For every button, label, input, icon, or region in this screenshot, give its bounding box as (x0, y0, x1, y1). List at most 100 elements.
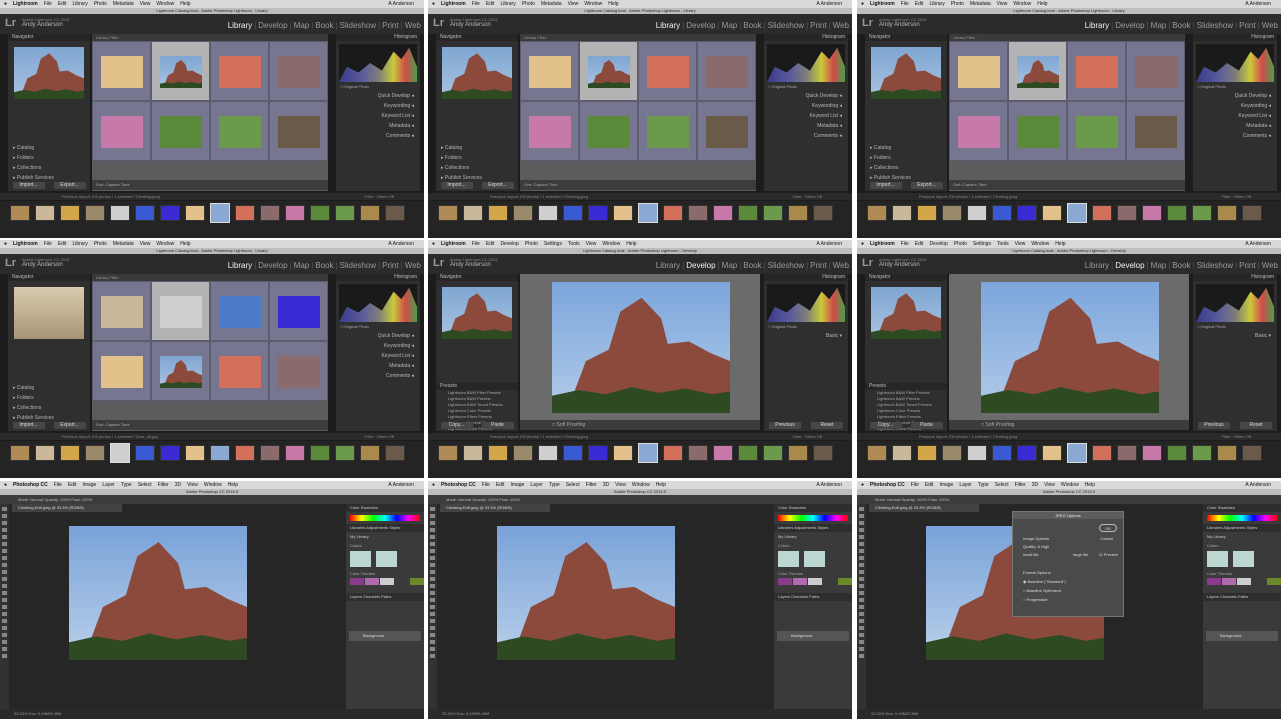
section-collections[interactable]: ▸ Collections (436, 163, 518, 173)
filmstrip-thumbnail[interactable] (335, 445, 355, 461)
color-swatch[interactable] (350, 551, 371, 567)
menu-item-photo[interactable]: Photo (951, 1, 964, 7)
color-spectrum[interactable] (778, 515, 848, 521)
grid-cell[interactable] (269, 341, 328, 401)
section-catalog[interactable]: ▸ Catalog (865, 143, 947, 153)
module-develop[interactable]: Develop (258, 21, 287, 30)
section-collections[interactable]: ▸ Collections (865, 163, 947, 173)
theme-swatch[interactable] (1237, 578, 1251, 585)
module-slideshow[interactable]: Slideshow (768, 21, 804, 30)
library-select[interactable]: My Library (1203, 532, 1281, 541)
filmstrip-thumbnail[interactable] (563, 205, 583, 221)
navigator-header[interactable]: Navigator (436, 274, 518, 281)
tool-icon[interactable] (430, 619, 435, 623)
previous-button[interactable]: Previous (1198, 422, 1230, 429)
module-library[interactable]: Library (656, 21, 680, 30)
apple-icon[interactable]: ● (861, 241, 864, 247)
tool-icon[interactable] (430, 647, 435, 651)
tool-icon[interactable] (430, 591, 435, 595)
grid-cell[interactable] (210, 281, 269, 341)
menu-item-layer[interactable]: Layer (530, 482, 543, 488)
filmstrip-thumbnail[interactable] (713, 445, 733, 461)
copy-button[interactable]: Copy... (869, 422, 902, 429)
module-slideshow[interactable]: Slideshow (340, 21, 376, 30)
grid-cell[interactable] (949, 41, 1008, 101)
tool-icon[interactable] (859, 535, 864, 539)
histogram-header[interactable]: Histogram (336, 34, 420, 41)
filmstrip-thumbnail[interactable] (463, 445, 483, 461)
filmstrip-thumbnail[interactable] (1217, 445, 1237, 461)
section-comments[interactable]: Comments ◂ (764, 131, 848, 141)
grid-cell[interactable] (151, 41, 210, 101)
filmstrip-thumbnail[interactable] (1167, 205, 1187, 221)
sort-control[interactable]: Sort: Capture Time (96, 182, 130, 187)
filmstrip-thumbnail[interactable] (967, 205, 987, 221)
filmstrip-thumbnail[interactable] (488, 445, 508, 461)
filmstrip-thumbnail[interactable] (110, 443, 130, 463)
grid-cell[interactable] (269, 101, 328, 161)
menu-item-window[interactable]: Window (156, 1, 174, 7)
filmstrip-thumbnail[interactable] (788, 445, 808, 461)
import-button[interactable]: Import... (12, 182, 45, 189)
menu-item-help[interactable]: Help (180, 241, 190, 247)
tool-icon[interactable] (2, 612, 7, 616)
menu-item-file[interactable]: File (44, 1, 52, 7)
library-filter-bar[interactable]: Library Filter : (92, 34, 328, 41)
menu-item-type[interactable]: Type (978, 482, 989, 488)
filter-control[interactable]: Filter : Filters Off (365, 433, 394, 440)
section-keyword-list[interactable]: Keyword List ◂ (1193, 111, 1277, 121)
filmstrip-thumbnail[interactable] (1017, 445, 1037, 461)
document-tab[interactable]: Climbing-Edit.jpeg @ 33.3% (RGB/8) (869, 504, 979, 512)
filmstrip-thumbnail[interactable] (1142, 205, 1162, 221)
filmstrip-thumbnail[interactable] (438, 445, 458, 461)
filmstrip-thumbnail[interactable] (285, 205, 305, 221)
import-button[interactable]: Import... (869, 182, 902, 189)
filmstrip-thumbnail[interactable] (892, 445, 912, 461)
menu-item-view[interactable]: View (1044, 482, 1055, 488)
color-swatch[interactable] (376, 551, 397, 567)
tool-icon[interactable] (2, 514, 7, 518)
tool-icon[interactable] (2, 563, 7, 567)
module-library[interactable]: Library (1085, 21, 1109, 30)
theme-swatch[interactable] (1222, 578, 1236, 585)
filmstrip-thumbnail[interactable] (185, 445, 205, 461)
module-print[interactable]: Print (382, 261, 398, 270)
tool-icon[interactable] (430, 640, 435, 644)
grid-cell[interactable] (1126, 41, 1185, 101)
menu-item-file[interactable]: File (472, 1, 480, 7)
module-web[interactable]: Web (405, 21, 421, 30)
baseline-standard-radio[interactable]: ◉ Baseline ("Standard") (1023, 579, 1066, 584)
menu-item-photoshop-cc[interactable]: Photoshop CC (13, 482, 48, 488)
filmstrip-thumbnail[interactable] (1242, 445, 1262, 461)
grid-cell[interactable] (92, 341, 151, 401)
menu-item-photo[interactable]: Photo (94, 241, 107, 247)
copy-button[interactable]: Copy... (440, 422, 473, 429)
menu-item-image[interactable]: Image (510, 482, 524, 488)
paste-button[interactable]: Paste (481, 422, 514, 429)
theme-swatch[interactable] (410, 578, 424, 585)
grid-cell[interactable] (269, 281, 328, 341)
grid-cell[interactable] (210, 41, 269, 101)
filmstrip-source[interactable]: Previous Import 100 photos / 1 selected … (919, 434, 1017, 439)
filmstrip-thumbnail[interactable] (10, 445, 30, 461)
original-photo-checkbox[interactable]: □ Original Photo (764, 322, 848, 331)
theme-swatch[interactable] (365, 578, 379, 585)
filmstrip-thumbnail[interactable] (942, 205, 962, 221)
filmstrip-thumbnail[interactable] (310, 445, 330, 461)
theme-swatch[interactable] (1207, 578, 1221, 585)
module-develop[interactable]: Develop (686, 261, 715, 270)
tool-icon[interactable] (859, 654, 864, 658)
filmstrip-thumbnail[interactable] (1117, 205, 1137, 221)
menu-item-help[interactable]: Help (1055, 241, 1065, 247)
libraries-tabs[interactable]: Libraries Adjustments Styles (346, 524, 424, 532)
navigator-preview[interactable] (442, 47, 512, 99)
tool-icon[interactable] (859, 619, 864, 623)
document-tab[interactable]: Climbing-Edit.jpeg @ 33.3% (RGB/8) (12, 504, 122, 512)
section-keyword-list[interactable]: Keyword List ◂ (336, 111, 420, 121)
preview-checkbox[interactable]: ☑ Preview (1099, 552, 1118, 557)
section-comments[interactable]: Comments ◂ (1193, 131, 1277, 141)
main-photo[interactable] (981, 282, 1159, 413)
module-book[interactable]: Book (1172, 21, 1190, 30)
section-keywording[interactable]: Keywording ◂ (336, 101, 420, 111)
module-slideshow[interactable]: Slideshow (1197, 21, 1233, 30)
